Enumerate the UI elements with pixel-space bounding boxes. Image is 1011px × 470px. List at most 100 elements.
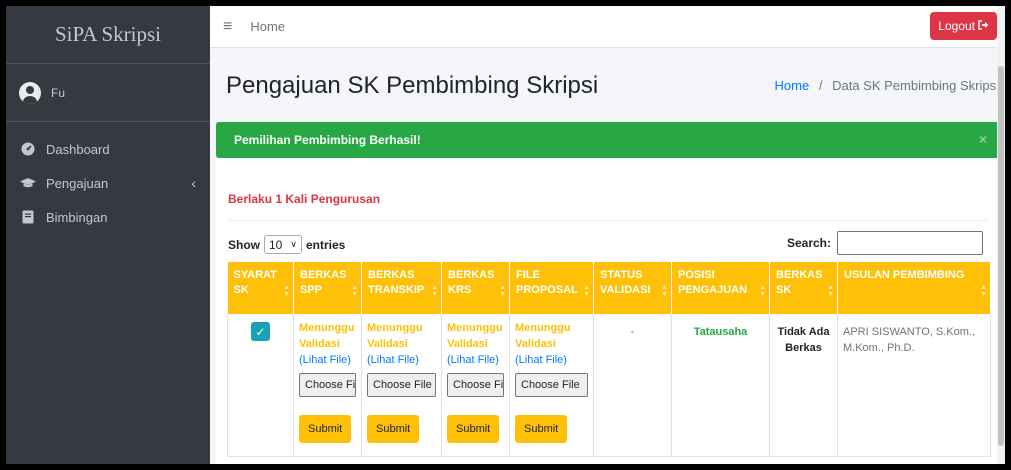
- berkas-sk-value: Tidak Ada Berkas: [777, 326, 830, 354]
- column-header[interactable]: BERKAS SK ▲ ▼: [769, 262, 838, 314]
- breadcrumb-home-link[interactable]: Home: [775, 78, 810, 93]
- sort-icon: ▲ ▼: [499, 284, 506, 298]
- brand-name: SiPA Skripsi: [54, 22, 162, 46]
- column-header[interactable]: BERKAS KRS ▲ ▼: [441, 262, 510, 314]
- page-scrollbar[interactable]: [997, 6, 1005, 464]
- sort-icon: ▲ ▼: [661, 284, 668, 298]
- view-file-link[interactable]: (Lihat File): [299, 352, 356, 368]
- status-validasi-value: -: [630, 326, 635, 338]
- header-label: BERKAS KRS: [448, 269, 495, 296]
- posisi-pengajuan-cell: Tatausaha: [671, 314, 770, 457]
- user-avatar-icon: [19, 81, 41, 104]
- chevron-left-icon: ‹: [191, 175, 196, 191]
- sign-out-icon: [978, 19, 989, 33]
- brand-logo[interactable]: SiPA Skripsi: [6, 6, 210, 64]
- berkas-transkip-cell: Menunggu Validasi (Lihat File) Choose Fi…: [361, 314, 442, 457]
- sidebar-item-dashboard[interactable]: Dashboard: [6, 132, 210, 166]
- choose-file-button[interactable]: Choose File: [367, 373, 436, 397]
- table-search: Search:: [787, 231, 983, 255]
- sidebar-nav: Dashboard Pengajuan ‹ Bimbingan: [6, 122, 210, 234]
- sidebar-item-pengajuan[interactable]: Pengajuan ‹: [6, 166, 210, 200]
- entries-select[interactable]: 10 ∨: [264, 235, 302, 254]
- submit-button[interactable]: Submit: [367, 415, 420, 443]
- column-header[interactable]: BERKAS SPP ▲ ▼: [293, 262, 362, 314]
- header-label: USULAN PEMBIMBING: [844, 269, 965, 281]
- sort-icon: ▲ ▼: [759, 284, 766, 298]
- table-row: ✓ Menunggu Validasi (Lihat File) Choose …: [227, 314, 991, 457]
- validation-status: Menunggu Validasi: [367, 322, 423, 350]
- berkas-sk-cell: Tidak Ada Berkas: [769, 314, 838, 457]
- sort-icon: ▲ ▼: [431, 284, 438, 298]
- choose-file-button[interactable]: Choose Fi: [447, 373, 504, 397]
- alert-message: Pemilihan Pembimbing Berhasil!: [234, 133, 421, 147]
- page-title: Pengajuan SK Pembimbing Skripsi: [226, 72, 599, 99]
- column-header[interactable]: STATUS VALIDASI ▲ ▼: [593, 262, 672, 314]
- column-header[interactable]: BERKAS TRANSKIP ▲ ▼: [361, 262, 442, 314]
- close-icon[interactable]: ×: [979, 131, 987, 147]
- berkas-krs-cell: Menunggu Validasi (Lihat File) Choose Fi…: [441, 314, 510, 457]
- table-header-row: SYARAT SK ▲ ▼ BERKAS SPP ▲ ▼ BERKAS TRANSKIP…: [227, 262, 991, 314]
- validation-status: Menunggu Validasi: [299, 322, 355, 350]
- header-label: BERKAS SK: [776, 269, 823, 296]
- status-validasi-cell: -: [593, 314, 672, 457]
- choose-file-button[interactable]: Choose File: [515, 373, 588, 397]
- breadcrumb-current: Data SK Pembimbing Skripsi: [832, 78, 999, 93]
- sort-icon: ▲ ▼: [283, 284, 290, 298]
- app-frame: SiPA Skripsi Fu Dashboard Pengajuan ‹ Bi…: [6, 6, 1005, 464]
- submit-button[interactable]: Submit: [299, 415, 352, 443]
- column-header[interactable]: POSISI PENGAJUAN ▲ ▼: [671, 262, 770, 314]
- chevron-down-icon: ∨: [290, 239, 297, 249]
- logout-button[interactable]: Logout: [930, 12, 997, 40]
- entries-label: entries: [305, 237, 346, 252]
- view-file-link[interactable]: (Lihat File): [515, 352, 588, 368]
- navbar-home-link[interactable]: Home: [250, 19, 285, 34]
- sidebar: SiPA Skripsi Fu Dashboard Pengajuan ‹ Bi…: [6, 6, 210, 464]
- sort-icon: ▲ ▼: [827, 284, 834, 298]
- header-label: POSISI PENGAJUAN: [678, 269, 748, 296]
- header-label: SYARAT SK: [233, 269, 277, 296]
- header-label: FILE PROPOSAL: [516, 269, 578, 296]
- user-panel[interactable]: Fu: [6, 64, 210, 122]
- sort-icon: ▲ ▼: [351, 284, 358, 298]
- usulan-pembimbing-value: APRI SISWANTO, S.Kom., M.Kom., Ph.D.: [843, 326, 976, 354]
- column-header[interactable]: FILE PROPOSAL ▲ ▼: [509, 262, 594, 314]
- sidebar-item-label: Dashboard: [46, 141, 110, 157]
- validity-note: Berlaku 1 Kali Pengurusan: [228, 192, 381, 206]
- header-label: STATUS VALIDASI: [600, 269, 651, 296]
- scrollbar-thumb[interactable]: [998, 66, 1004, 446]
- choose-file-button[interactable]: Choose Fi: [299, 373, 356, 397]
- sort-icon: ▲ ▼: [583, 284, 590, 298]
- entries-value: 10: [269, 237, 283, 252]
- breadcrumb-separator: /: [818, 78, 823, 93]
- book-icon: [20, 210, 36, 224]
- graduation-cap-icon: [20, 176, 36, 190]
- usulan-pembimbing-cell: APRI SISWANTO, S.Kom., M.Kom., Ph.D.: [837, 314, 991, 457]
- submission-card: Berlaku 1 Kali Pengurusan Show 10 ∨ entr…: [216, 158, 999, 464]
- header-label: BERKAS TRANSKIP: [368, 269, 425, 296]
- column-header[interactable]: SYARAT SK ▲ ▼: [227, 262, 294, 314]
- main-content: Pengajuan SK Pembimbing Skripsi Home / D…: [210, 48, 1005, 464]
- posisi-pengajuan-value: Tatausaha: [693, 326, 748, 338]
- sort-icon: ▲ ▼: [980, 284, 987, 298]
- check-icon[interactable]: ✓: [251, 322, 270, 341]
- sidebar-item-bimbingan[interactable]: Bimbingan: [6, 200, 210, 234]
- search-input[interactable]: [837, 231, 983, 255]
- column-header[interactable]: USULAN PEMBIMBING ▲ ▼: [837, 262, 991, 314]
- view-file-link[interactable]: (Lihat File): [367, 352, 436, 368]
- submit-button[interactable]: Submit: [515, 415, 568, 443]
- file-proposal-cell: Menunggu Validasi (Lihat File) Choose Fi…: [509, 314, 594, 457]
- syarat-sk-cell: ✓: [227, 314, 294, 457]
- success-alert: Pemilihan Pembimbing Berhasil! ×: [216, 122, 999, 158]
- view-file-link[interactable]: (Lihat File): [447, 352, 504, 368]
- header-label: BERKAS SPP: [300, 269, 347, 296]
- logout-label: Logout: [938, 19, 975, 33]
- divider: [228, 220, 987, 221]
- hamburger-menu-icon[interactable]: ≡: [223, 18, 232, 36]
- top-navbar: ≡ Home Logout: [210, 6, 1005, 48]
- submit-button[interactable]: Submit: [447, 415, 500, 443]
- validation-status: Menunggu Validasi: [447, 322, 503, 350]
- sidebar-item-label: Bimbingan: [46, 209, 108, 225]
- berkas-spp-cell: Menunggu Validasi (Lihat File) Choose Fi…: [293, 314, 362, 457]
- tachometer-icon: [20, 142, 36, 156]
- sk-submission-table: SYARAT SK ▲ ▼ BERKAS SPP ▲ ▼ BERKAS TRANSKIP…: [227, 262, 991, 457]
